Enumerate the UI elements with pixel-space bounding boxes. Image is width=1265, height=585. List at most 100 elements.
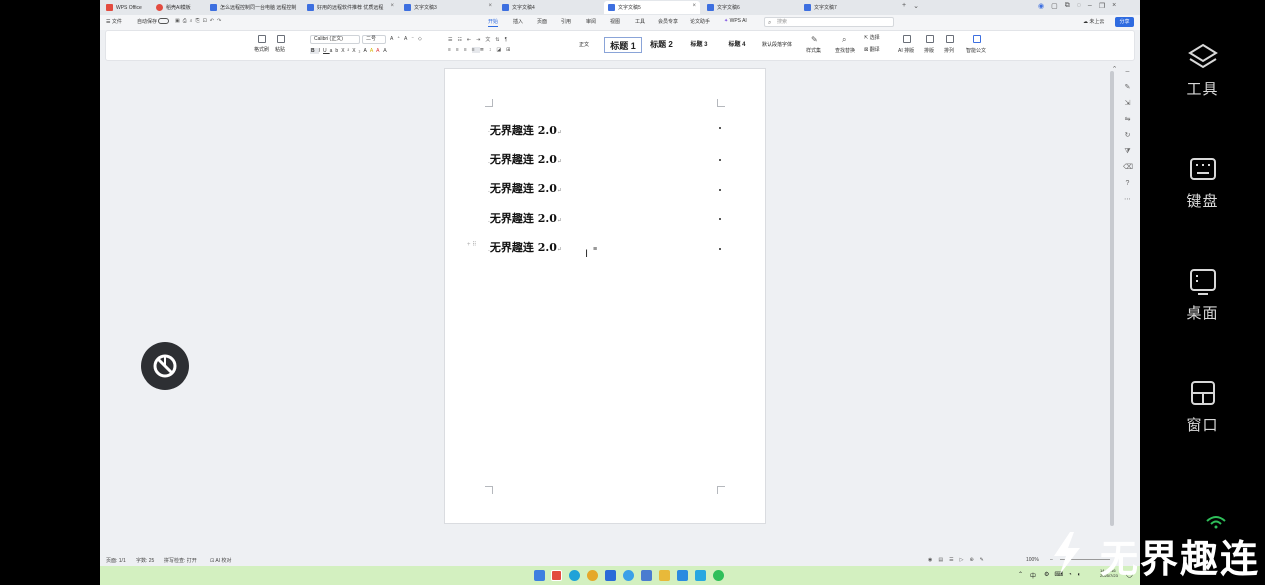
subscript-icon[interactable]: X₂ <box>352 48 363 54</box>
bold-icon[interactable]: B <box>310 48 319 54</box>
tab-wps-ai[interactable]: ✦ WPS AI <box>724 18 747 24</box>
print-icon[interactable]: ⎙ <box>183 18 190 24</box>
tab-page[interactable]: 页面 <box>537 18 547 25</box>
help-icon[interactable]: ? <box>1123 179 1132 188</box>
browser-icon[interactable] <box>623 570 634 581</box>
tab-wps-home[interactable]: WPS Office <box>102 1 150 14</box>
file-explorer-icon[interactable] <box>659 570 670 581</box>
page-view-icon[interactable]: ▤ <box>938 557 949 563</box>
align-center-icon[interactable]: ≡ <box>456 47 464 53</box>
tab-doc-remote-control[interactable]: 怎么远程控制同一台电脑 远程控制 <box>206 1 301 14</box>
select-tool-icon[interactable]: ⇲ <box>1123 99 1132 108</box>
chrome-icon[interactable] <box>587 570 598 581</box>
user-avatar-icon[interactable]: ◌ <box>1077 2 1081 10</box>
style-heading-1[interactable]: 标题 1 <box>604 37 642 53</box>
style-heading-2[interactable]: 标题 2 <box>644 37 679 53</box>
window-layout-icon[interactable]: ▢ <box>1051 2 1058 10</box>
chinese-layout-icon[interactable]: 文 <box>485 37 495 43</box>
minimize-icon[interactable]: – <box>1088 2 1092 10</box>
tab-view[interactable]: 视图 <box>610 18 620 25</box>
doc-paragraph-2[interactable]: .无界趣连 2.0↵ <box>488 151 562 167</box>
tab-doc-3[interactable]: 文字文稿3 × <box>400 1 496 14</box>
font-name-select[interactable]: Calibri (正文) <box>310 35 360 44</box>
tab-doc-5-active[interactable]: 文字文稿5 × <box>604 1 700 14</box>
autosave-toggle[interactable] <box>158 18 169 24</box>
style-heading-4[interactable]: 标题 4 <box>720 37 754 53</box>
keyboard-button[interactable]: 键盘 <box>1140 152 1265 211</box>
grow-font-icon[interactable]: A⁺ <box>390 36 404 42</box>
strikethrough-icon[interactable]: ab <box>330 48 342 54</box>
vertical-scrollbar[interactable] <box>1110 71 1114 526</box>
more-tools-icon[interactable]: ⋯ <box>1123 195 1132 204</box>
align-left-icon[interactable]: ≡ <box>448 47 456 53</box>
window-button[interactable]: 窗口 <box>1140 376 1265 435</box>
doc-paragraph-5[interactable]: .无界趣连 2.0↵ <box>488 239 562 255</box>
filter-icon[interactable]: ⧩ <box>1123 147 1132 156</box>
translate-button[interactable]: ⊠ 翻译 <box>864 46 880 53</box>
close-icon[interactable]: × <box>692 3 696 9</box>
tab-review[interactable]: 审阅 <box>586 18 596 25</box>
restore-icon[interactable]: ❐ <box>1099 2 1105 10</box>
superscript-icon[interactable]: X² <box>341 48 352 54</box>
close-window-icon[interactable]: × <box>1112 2 1116 10</box>
trash-icon[interactable]: ⌫ <box>1123 163 1133 172</box>
borders-icon[interactable]: ⊞ <box>506 47 515 53</box>
ime-indicator[interactable]: 中 <box>1030 571 1036 580</box>
style-normal[interactable]: 正文 <box>569 37 599 53</box>
file-menu[interactable]: ☰ 文件 <box>106 18 122 25</box>
word-count[interactable]: 字数: 25 <box>136 557 154 564</box>
font-size-select[interactable]: 二号 <box>362 35 386 44</box>
web-view-icon[interactable]: ⊕ <box>969 557 979 563</box>
spell-check-status[interactable]: 拼写检查: 打开 <box>164 557 197 564</box>
show-marks-icon[interactable]: ¶ <box>505 37 513 43</box>
close-icon[interactable]: × <box>488 3 492 9</box>
pen-icon[interactable]: ✎ <box>1123 83 1132 92</box>
sync-icon[interactable]: ↻ <box>1123 131 1132 140</box>
app-icon-blue[interactable] <box>605 570 616 581</box>
new-tab-icon[interactable]: + <box>902 2 906 10</box>
export-icon[interactable]: ⎘ <box>196 18 203 24</box>
tab-doc-6[interactable]: 文字文稿6 <box>703 1 798 14</box>
style-default-para-font[interactable]: 默认段落字体 <box>756 37 798 53</box>
share-button[interactable]: 分享 <box>1115 17 1134 27</box>
tools-button[interactable]: 工具 <box>1140 40 1265 99</box>
shading-icon[interactable]: ◪ <box>496 47 506 53</box>
undo-icon[interactable]: ↶ <box>210 18 217 24</box>
distribute-icon[interactable]: ≣ <box>480 47 489 53</box>
more-icon[interactable]: ⊡ <box>203 18 210 24</box>
desktop-button[interactable]: 桌面 <box>1140 264 1265 323</box>
tab-doc-7[interactable]: 文字文稿7 <box>800 1 896 14</box>
zoom-level[interactable]: 100% <box>1026 557 1039 563</box>
write-icon[interactable]: ✎ <box>980 557 990 563</box>
wechat-icon[interactable] <box>713 570 724 581</box>
select-button[interactable]: ⇱ 选择 <box>864 34 880 41</box>
tab-home[interactable]: 开始 <box>488 18 499 27</box>
tab-doc-4[interactable]: 文字文稿4 <box>498 1 596 14</box>
app-icon-docs[interactable] <box>677 570 688 581</box>
doc-paragraph-3[interactable]: .无界趣连 2.0↵ <box>488 180 562 196</box>
align-right-icon[interactable]: ≡ <box>464 47 472 53</box>
theme-icon[interactable]: ◉ <box>1038 2 1044 10</box>
wps-taskbar-icon[interactable] <box>551 570 562 581</box>
tab-insert[interactable]: 插入 <box>513 18 523 25</box>
edge-icon[interactable] <box>569 570 580 581</box>
tab-list-icon[interactable]: ⌄ <box>913 2 919 10</box>
quick-format-icon[interactable]: ≡ <box>593 246 597 253</box>
eye-protection-icon[interactable]: ◉ <box>928 557 938 563</box>
adjust-icon[interactable]: ⇋ <box>1123 115 1132 124</box>
search-input[interactable]: ⌕ 搜索 <box>764 17 894 27</box>
paragraph-handle-icon[interactable]: + ⠿ <box>467 241 477 248</box>
scroll-up-icon[interactable]: ⌃ <box>1110 65 1119 74</box>
ai-proofread[interactable]: ⊡ AI 校对 <box>210 557 231 564</box>
char-border-icon[interactable]: Ａ <box>383 48 391 54</box>
outline-view-icon[interactable]: ☰ <box>949 557 959 563</box>
cloud-status[interactable]: ☁ 未上云 <box>1083 18 1104 25</box>
decrease-indent-icon[interactable]: ⇤ <box>467 37 476 43</box>
windows-start-icon[interactable] <box>534 570 545 581</box>
app-icon-notes[interactable] <box>641 570 652 581</box>
save-icon[interactable]: ▣ <box>175 18 183 24</box>
doc-paragraph-4[interactable]: .无界趣连 2.0↵ <box>488 210 562 226</box>
collapse-panel-icon[interactable]: – <box>1123 67 1132 76</box>
tab-tools[interactable]: 工具 <box>635 18 645 25</box>
tab-thesis[interactable]: 论文助手 <box>690 18 710 25</box>
